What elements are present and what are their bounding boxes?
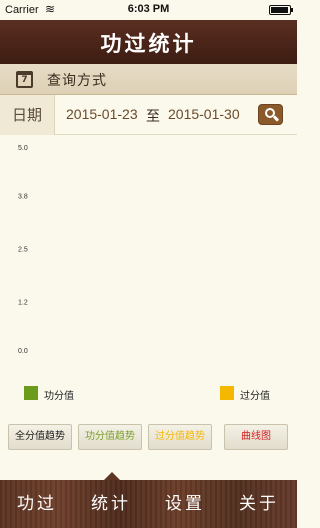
- all-score-trend-button[interactable]: 全分值趋势: [8, 424, 72, 450]
- chart: 5.0 3.8 2.5 1.2 0.0: [18, 145, 28, 355]
- query-mode-bar[interactable]: 7 查询方式: [0, 64, 297, 95]
- demerit-trend-button[interactable]: 过分值趋势: [148, 424, 212, 450]
- y-tick-label: 1.2: [18, 299, 28, 306]
- navigation-bar: 功过统计: [0, 20, 297, 64]
- page-title: 功过统计: [100, 31, 197, 56]
- date-range-row: 日期 2015-01-23 至 2015-01-30: [0, 95, 297, 135]
- end-date-field[interactable]: 2015-01-30: [168, 106, 240, 122]
- y-tick-label: 5.0: [18, 145, 28, 152]
- merit-trend-button[interactable]: 功分值趋势: [78, 424, 142, 450]
- selected-tab-indicator: [104, 472, 120, 480]
- query-mode-label: 查询方式: [47, 73, 107, 89]
- legend-swatch-merit: [24, 386, 38, 400]
- y-tick-label: 2.5: [18, 247, 28, 254]
- tab-settings[interactable]: 设置: [148, 480, 222, 528]
- start-date-field[interactable]: 2015-01-23: [66, 106, 138, 122]
- tab-about[interactable]: 关于: [222, 480, 296, 528]
- calendar-icon: 7: [16, 71, 33, 88]
- search-button[interactable]: [258, 104, 283, 125]
- date-separator: 至: [146, 109, 160, 125]
- tab-merit[interactable]: 功过: [0, 480, 74, 528]
- y-tick-label: 3.8: [18, 194, 28, 201]
- date-label: 日期: [0, 95, 55, 135]
- y-tick-label: 0.0: [18, 348, 28, 355]
- tab-statistics[interactable]: 统计: [74, 480, 148, 528]
- legend-swatch-demerit: [220, 386, 234, 400]
- status-time: 6:03 PM: [127, 3, 170, 15]
- chart-area: 5.0 3.8 2.5 1.2 0.0: [0, 135, 297, 375]
- legend-label-merit: 功分值: [44, 391, 74, 402]
- line-chart-button[interactable]: 曲线图: [224, 424, 288, 450]
- legend-label-demerit: 过分值: [240, 391, 270, 402]
- search-icon-handle: [272, 115, 280, 122]
- tab-bar: 功过 统计 设置 关于: [0, 480, 297, 528]
- screen: Carrier ≋ 6:03 PM 功过统计 7 查询方式 日期 2015-01…: [0, 0, 297, 528]
- status-bar: Carrier ≋ 6:03 PM: [0, 0, 297, 20]
- battery-icon: [269, 5, 293, 15]
